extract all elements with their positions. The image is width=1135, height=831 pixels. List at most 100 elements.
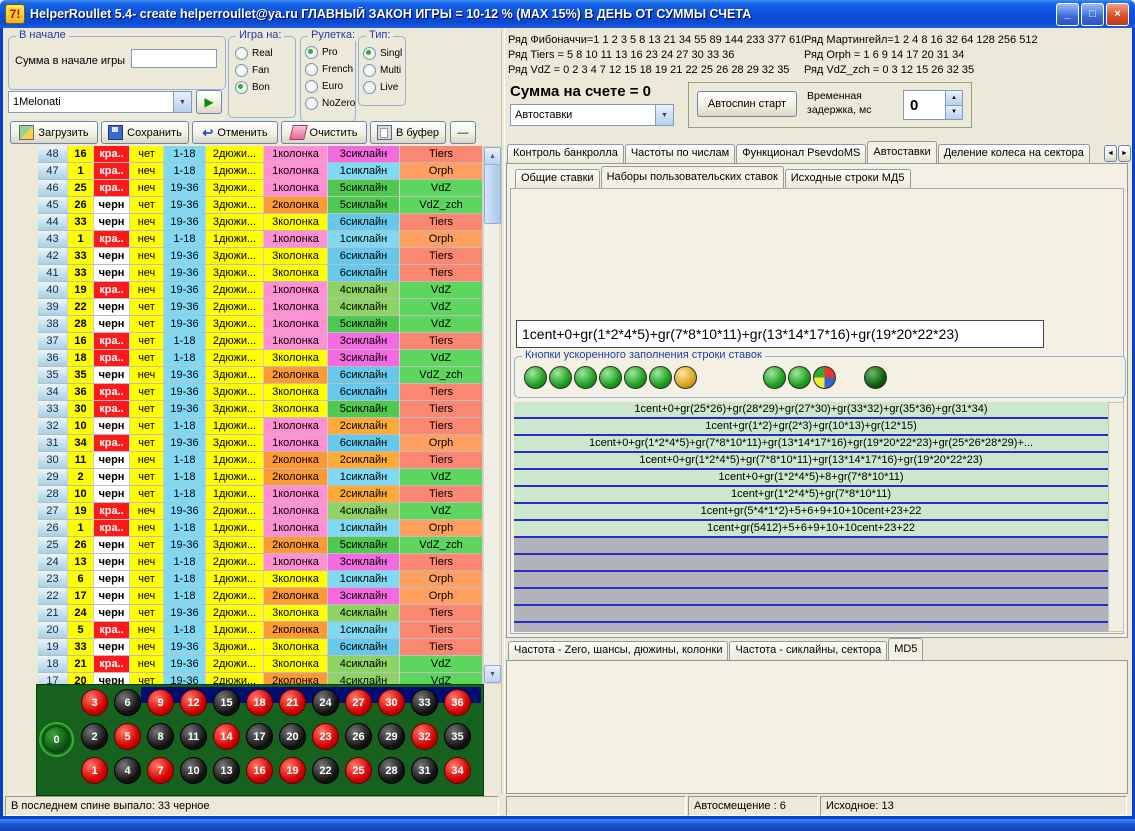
board-number-33[interactable]: 33 xyxy=(411,689,438,716)
spin-row[interactable]: 261кра..неч1-181дюжи...1колонка1сиклайнO… xyxy=(38,520,483,537)
tab-scroll-left-icon[interactable]: ◄ xyxy=(1104,145,1117,162)
board-number-1[interactable]: 1 xyxy=(81,757,108,784)
scroll-up-icon[interactable]: ▲ xyxy=(484,147,501,165)
start-sum-input[interactable] xyxy=(131,49,217,68)
board-number-30[interactable]: 30 xyxy=(378,689,405,716)
spin-row[interactable]: 1821кра..неч19-362дюжи...3колонка4сиклай… xyxy=(38,656,483,673)
spin-row[interactable]: 4019кра..неч19-362дюжи...1колонка4сиклай… xyxy=(38,282,483,299)
scroll-down-icon[interactable]: ▼ xyxy=(484,665,501,683)
spinner-up-icon[interactable]: ▲ xyxy=(946,91,962,106)
radio-bon[interactable]: Bon xyxy=(235,79,273,96)
bottom-tab-1[interactable]: Частота - сиклайны, сектора xyxy=(729,641,887,660)
minimize-button[interactable]: _ xyxy=(1056,3,1079,26)
radio-singl[interactable]: Singl xyxy=(363,45,402,62)
bet-string-input[interactable]: 1cent+0+gr(1*2*4*5)+gr(7*8*10*11)+gr(13*… xyxy=(516,320,1044,348)
mode-select[interactable]: Автоставки ▼ xyxy=(510,104,674,126)
board-number-5[interactable]: 5 xyxy=(114,723,141,750)
radio-multi[interactable]: Multi xyxy=(363,62,402,79)
chip-button-multi[interactable] xyxy=(813,366,836,389)
chip-button-green[interactable] xyxy=(624,366,647,389)
chip-button-green[interactable] xyxy=(549,366,572,389)
play-button[interactable]: ▶ xyxy=(196,90,222,114)
collapse-button[interactable]: — xyxy=(450,121,476,144)
board-number-3[interactable]: 3 xyxy=(81,689,108,716)
board-number-24[interactable]: 24 xyxy=(312,689,339,716)
sub-tab-2[interactable]: Исходные строки МД5 xyxy=(785,169,911,188)
radio-euro[interactable]: Euro xyxy=(305,78,355,95)
maximize-button[interactable]: □ xyxy=(1081,3,1104,26)
chip-button-green[interactable] xyxy=(574,366,597,389)
undo-button[interactable]: ↩Отменить xyxy=(192,121,278,144)
tab-scroll-right-icon[interactable]: ► xyxy=(1118,145,1131,162)
table-scrollbar[interactable]: ▲ ▼ xyxy=(483,146,500,684)
board-number-4[interactable]: 4 xyxy=(114,757,141,784)
chip-button-green[interactable] xyxy=(599,366,622,389)
main-tab-0[interactable]: Контроль банкролла xyxy=(507,144,624,163)
spin-row[interactable]: 1720чернчет19-362дюжи...2колонка4сиклайн… xyxy=(38,673,483,684)
board-number-27[interactable]: 27 xyxy=(345,689,372,716)
chevron-down-icon[interactable]: ▼ xyxy=(173,92,191,112)
spin-row[interactable]: 3436кра..чет19-363дюжи...3колонка6сиклай… xyxy=(38,384,483,401)
spin-row[interactable]: 2526чернчет19-363дюжи...2колонка5сиклайн… xyxy=(38,537,483,554)
radio-fan[interactable]: Fan xyxy=(235,62,273,79)
chip-button-green[interactable] xyxy=(788,366,811,389)
bet-row[interactable]: 1cent+gr(5*4*1*2)+5+6+9+10+10cent+23+22 xyxy=(514,504,1108,521)
board-number-9[interactable]: 9 xyxy=(147,689,174,716)
bet-list-scrollbar[interactable] xyxy=(1108,402,1124,632)
close-button[interactable]: × xyxy=(1106,3,1129,26)
chip-button-green[interactable] xyxy=(649,366,672,389)
clear-button[interactable]: Очистить xyxy=(281,121,367,144)
board-number-23[interactable]: 23 xyxy=(312,723,339,750)
spin-row[interactable]: 2413черннеч1-182дюжи...1колонка3сиклайнT… xyxy=(38,554,483,571)
main-tab-3[interactable]: Автоставки xyxy=(867,141,936,163)
board-number-34[interactable]: 34 xyxy=(444,757,471,784)
spin-row[interactable]: 2810чернчет1-181дюжи...1колонка2сиклайнT… xyxy=(38,486,483,503)
board-number-35[interactable]: 35 xyxy=(444,723,471,750)
radio-real[interactable]: Real xyxy=(235,45,273,62)
bet-row[interactable]: 1cent+gr(1*2*4*5)+gr(7*8*10*11) xyxy=(514,487,1108,504)
spin-row[interactable]: 3210чернчет1-181дюжи...1колонка2сиклайнT… xyxy=(38,418,483,435)
bet-row[interactable]: 1cent+gr(5412)+5+6+9+10+10cent+23+22 xyxy=(514,521,1108,538)
board-number-14[interactable]: 14 xyxy=(213,723,240,750)
radio-nozero[interactable]: NoZero xyxy=(305,95,355,112)
board-number-6[interactable]: 6 xyxy=(114,689,141,716)
board-number-18[interactable]: 18 xyxy=(246,689,273,716)
board-number-0[interactable]: 0 xyxy=(43,726,70,753)
delay-spinner[interactable]: 0 ▲ ▼ xyxy=(903,90,963,120)
board-number-25[interactable]: 25 xyxy=(345,757,372,784)
spin-row[interactable]: 2124чернчет19-362дюжи...3колонка4сиклайн… xyxy=(38,605,483,622)
chevron-down-icon[interactable]: ▼ xyxy=(655,105,673,125)
board-number-19[interactable]: 19 xyxy=(279,757,306,784)
chip-button-dark[interactable] xyxy=(864,366,887,389)
bet-list[interactable]: 1cent+0+gr(25*26)+gr(28*29)+gr(27*30)+gr… xyxy=(514,402,1108,632)
spin-row[interactable]: 2719кра..неч19-362дюжи...1колонка4сиклай… xyxy=(38,503,483,520)
board-number-22[interactable]: 22 xyxy=(312,757,339,784)
spin-row[interactable]: 4133черннеч19-363дюжи...3колонка6сиклайн… xyxy=(38,265,483,282)
chip-button-gold[interactable] xyxy=(674,366,697,389)
spin-row[interactable]: 3330кра..чет19-363дюжи...3колонка5сиклай… xyxy=(38,401,483,418)
board-number-8[interactable]: 8 xyxy=(147,723,174,750)
bottom-tab-0[interactable]: Частота - Zero, шансы, дюжины, колонки xyxy=(508,641,728,660)
board-number-32[interactable]: 32 xyxy=(411,723,438,750)
spin-row[interactable]: 205кра..неч1-181дюжи...2колонка1сиклайнT… xyxy=(38,622,483,639)
chip-button-green[interactable] xyxy=(763,366,786,389)
sub-tab-1[interactable]: Наборы пользовательских ставок xyxy=(601,166,784,188)
spin-row[interactable]: 471кра..неч1-181дюжи...1колонка1сиклайнO… xyxy=(38,163,483,180)
spin-row[interactable]: 2217черннеч1-182дюжи...2колонка3сиклайнO… xyxy=(38,588,483,605)
buffer-button[interactable]: В буфер xyxy=(370,121,446,144)
main-tab-2[interactable]: Функционал PsevdoMS xyxy=(736,144,866,163)
spinner-down-icon[interactable]: ▼ xyxy=(946,106,962,120)
board-number-7[interactable]: 7 xyxy=(147,757,174,784)
board-number-17[interactable]: 17 xyxy=(246,723,273,750)
spin-row[interactable]: 3535черннеч19-363дюжи...2колонка6сиклайн… xyxy=(38,367,483,384)
autospin-button[interactable]: Автоспин старт xyxy=(697,91,797,117)
spin-row[interactable]: 4816кра..чет1-182дюжи...1колонка3сиклайн… xyxy=(38,146,483,163)
main-tab-4[interactable]: Деление колеса на сектора xyxy=(938,144,1090,163)
spin-row[interactable]: 3922чернчет19-362дюжи...1колонка4сиклайн… xyxy=(38,299,483,316)
sub-tab-0[interactable]: Общие ставки xyxy=(515,169,600,188)
bet-row[interactable]: 1cent+0+gr(1*2*4*5)+8+gr(7*8*10*11) xyxy=(514,470,1108,487)
load-button[interactable]: Загрузить xyxy=(10,121,98,144)
spin-row[interactable]: 292чернчет1-181дюжи...2колонка1сиклайнVd… xyxy=(38,469,483,486)
bet-row[interactable]: 1cent+0+gr(25*26)+gr(28*29)+gr(27*30)+gr… xyxy=(514,402,1108,419)
spin-row[interactable]: 4233черннеч19-363дюжи...3колонка6сиклайн… xyxy=(38,248,483,265)
